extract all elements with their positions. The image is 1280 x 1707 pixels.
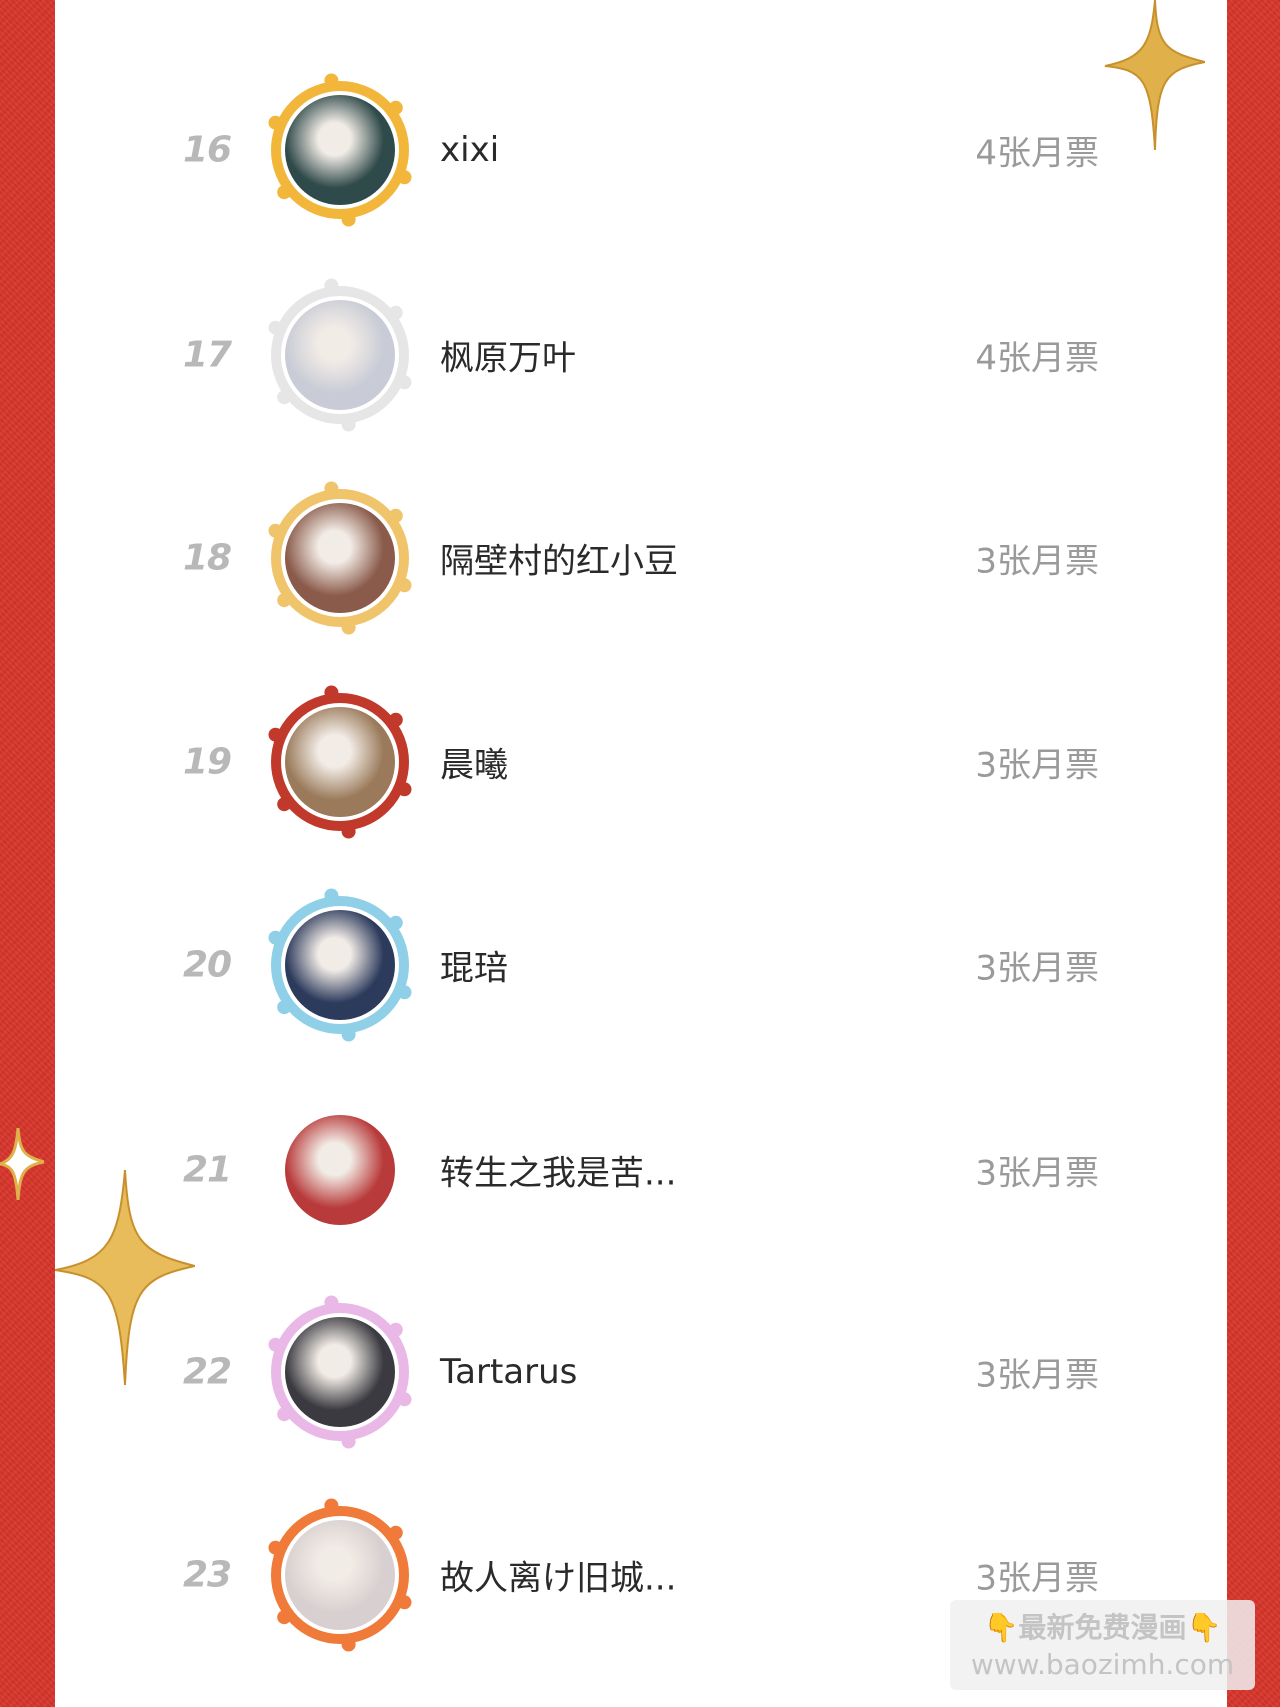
watermark-text: 👇最新免费漫画👇 xyxy=(983,1611,1222,1644)
user-name[interactable]: 晨曦 xyxy=(440,738,508,787)
avatar-image xyxy=(285,1317,395,1427)
monthly-ticket-count: 3张月票 xyxy=(975,1355,1099,1396)
user-name[interactable]: 枫原万叶 xyxy=(440,331,576,380)
watermark-url: www.baozimh.com xyxy=(970,1648,1235,1681)
avatar-image xyxy=(285,300,395,410)
user-avatar[interactable] xyxy=(260,478,420,638)
leaderboard-row[interactable]: 19 晨曦 3张月票 xyxy=(55,685,1227,839)
user-avatar[interactable] xyxy=(260,682,420,842)
user-name[interactable]: 转生之我是苦... xyxy=(440,1146,676,1195)
leaderboard-row[interactable]: 17 枫原万叶 4张月票 xyxy=(55,278,1227,432)
user-avatar[interactable] xyxy=(260,275,420,435)
monthly-ticket-count: 3张月票 xyxy=(975,745,1099,786)
avatar-image xyxy=(285,707,395,817)
user-avatar[interactable] xyxy=(260,1090,420,1250)
user-name[interactable]: 琨琣 xyxy=(440,941,508,990)
watermark: 👇最新免费漫画👇 www.baozimh.com xyxy=(950,1600,1255,1690)
rank-number: 20 xyxy=(183,944,232,986)
avatar-image xyxy=(285,95,395,205)
rank-number: 18 xyxy=(183,537,232,579)
sparkle-icon xyxy=(0,1128,44,1200)
leaderboard-row[interactable]: 22 Tartarus 3张月票 xyxy=(55,1295,1227,1449)
monthly-ticket-count: 4张月票 xyxy=(975,133,1099,174)
sparkle-icon xyxy=(1104,0,1205,150)
rank-number: 17 xyxy=(183,334,232,376)
user-avatar[interactable] xyxy=(260,1495,420,1655)
user-avatar[interactable] xyxy=(260,70,420,230)
leaderboard-row[interactable]: 20 琨琣 3张月票 xyxy=(55,888,1227,1042)
user-name[interactable]: 隔壁村的红小豆 xyxy=(440,534,678,583)
user-name[interactable]: Tartarus xyxy=(440,1352,577,1392)
avatar-image xyxy=(285,503,395,613)
leaderboard-row[interactable]: 16 xixi 4张月票 xyxy=(55,73,1227,227)
rank-number: 16 xyxy=(183,129,232,171)
monthly-ticket-count: 3张月票 xyxy=(975,541,1099,582)
avatar-image xyxy=(285,910,395,1020)
leaderboard-card: 16 xixi 4张月票 17 枫原万叶 4张月票 18 隔壁村的红小豆 3张月票 19 晨曦 3张月… xyxy=(55,0,1227,1707)
leaderboard-row[interactable]: 18 隔壁村的红小豆 3张月票 xyxy=(55,481,1227,635)
rank-number: 23 xyxy=(183,1554,232,1596)
rank-number: 19 xyxy=(183,741,232,783)
leaderboard-row[interactable]: 21 转生之我是苦... 3张月票 xyxy=(55,1095,1227,1245)
avatar-image xyxy=(285,1115,395,1225)
monthly-ticket-count: 3张月票 xyxy=(975,1153,1099,1194)
monthly-ticket-count: 4张月票 xyxy=(975,338,1099,379)
user-avatar[interactable] xyxy=(260,885,420,1045)
avatar-image xyxy=(285,1520,395,1630)
user-avatar[interactable] xyxy=(260,1292,420,1452)
monthly-ticket-count: 3张月票 xyxy=(975,1558,1099,1599)
monthly-ticket-count: 3张月票 xyxy=(975,948,1099,989)
sparkle-icon xyxy=(55,1170,195,1385)
user-name[interactable]: 故人离け旧城... xyxy=(440,1551,676,1600)
user-name[interactable]: xixi xyxy=(440,130,499,170)
